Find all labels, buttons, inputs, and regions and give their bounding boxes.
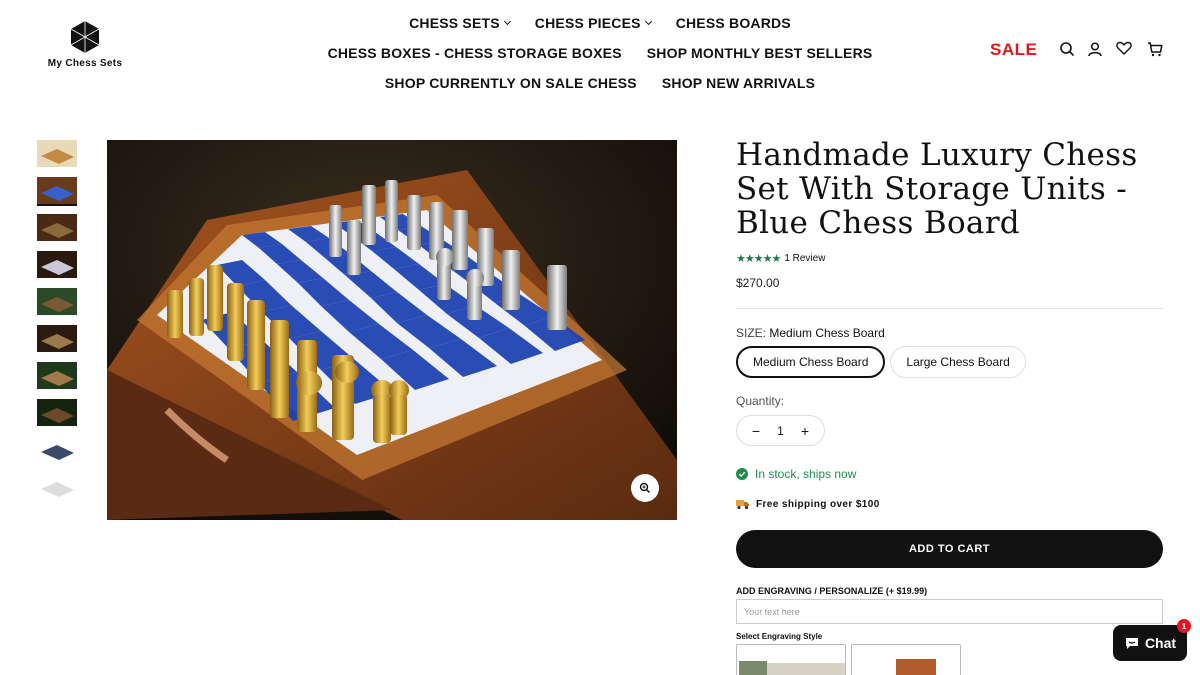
brand-name: My Chess Sets: [47, 58, 123, 69]
size-selected-value: Medium Chess Board: [769, 326, 885, 340]
nav-chess-boxes[interactable]: CHESS BOXES - CHESS STORAGE BOXES: [328, 45, 622, 61]
shipping-info: Free shipping over $100: [736, 498, 1163, 510]
chat-bubble-icon: [1125, 638, 1138, 649]
quantity-stepper: − 1 +: [736, 415, 825, 446]
gallery-thumbnail[interactable]: [37, 251, 77, 278]
engraving-price: (+ $19.99): [885, 586, 928, 596]
quantity-increase-button[interactable]: +: [800, 423, 810, 439]
check-circle-icon: [736, 468, 748, 480]
nav-chess-pieces[interactable]: CHESS PIECES: [534, 15, 652, 31]
chess-set-photo: [107, 140, 677, 520]
zoom-button[interactable]: [631, 474, 659, 502]
brand-logo[interactable]: My Chess Sets: [44, 20, 126, 69]
zoom-icon: [639, 482, 650, 493]
quantity-value[interactable]: 1: [777, 424, 784, 438]
product-main-image[interactable]: [107, 140, 677, 520]
stock-status: In stock, ships now: [736, 467, 1163, 481]
chat-widget-button[interactable]: Chat 1: [1113, 619, 1191, 661]
thumbnail-strip: [37, 140, 79, 510]
engraving-style-preview-image: [852, 645, 960, 675]
size-option-large[interactable]: Large Chess Board: [890, 346, 1026, 378]
engraving-style-option[interactable]: [851, 644, 961, 675]
quantity-decrease-button[interactable]: −: [751, 423, 761, 439]
gallery-thumbnail[interactable]: [37, 325, 77, 352]
engraving-style-preview-image: [737, 645, 845, 675]
thumbnail-image: [37, 399, 77, 426]
cart-icon[interactable]: [1146, 40, 1164, 58]
thumbnail-image: [37, 251, 77, 278]
thumbnail-image: [37, 177, 77, 204]
engraving-text-input[interactable]: [736, 599, 1163, 624]
account-icon[interactable]: [1086, 40, 1104, 58]
nav-best-sellers[interactable]: SHOP MONTHLY BEST SELLERS: [647, 45, 873, 61]
gallery-thumbnail[interactable]: [37, 140, 77, 167]
product-info: Handmade Luxury Chess Set With Storage U…: [736, 138, 1163, 675]
stock-text: In stock, ships now: [755, 467, 857, 481]
rating-stars-icon: ★★★★★: [736, 253, 781, 265]
nav-label: CHESS BOARDS: [675, 15, 791, 31]
nav-chess-sets[interactable]: CHESS SETS: [409, 15, 511, 31]
product-rating[interactable]: ★★★★★ 1 Review: [736, 252, 1163, 265]
size-option-medium[interactable]: Medium Chess Board: [736, 346, 886, 378]
nav-on-sale[interactable]: SHOP CURRENTLY ON SALE CHESS: [385, 75, 637, 91]
quantity-label: Quantity:: [736, 394, 785, 408]
engraving-style-options: [736, 644, 1163, 675]
thumbnail-image: [37, 362, 77, 389]
main-nav: CHESS SETS CHESS PIECES CHESS BOARDS CHE…: [300, 8, 900, 98]
engraving-style-option[interactable]: [736, 644, 846, 675]
chat-label: Chat: [1144, 635, 1177, 651]
gallery-thumbnail[interactable]: [37, 436, 77, 463]
gallery-thumbnail[interactable]: [37, 362, 77, 389]
chevron-down-icon: [503, 17, 511, 25]
sale-link[interactable]: SALE: [990, 40, 1037, 60]
product-title: Handmade Luxury Chess Set With Storage U…: [736, 137, 1138, 241]
add-to-cart-button[interactable]: ADD TO CART: [736, 530, 1163, 568]
engraving-label: ADD ENGRAVING / PERSONALIZE (+ $19.99): [736, 586, 1163, 596]
thumbnail-image: [37, 436, 77, 463]
gallery-thumbnail[interactable]: [37, 288, 77, 315]
nav-label: CHESS SETS: [409, 15, 500, 31]
nav-label: CHESS PIECES: [534, 15, 641, 31]
chevron-down-icon: [644, 17, 652, 25]
size-label: SIZE: Medium Chess Board: [736, 326, 1163, 340]
delivery-truck-icon: [736, 500, 749, 510]
gallery-thumbnail[interactable]: [37, 214, 77, 241]
product-price: $270.00: [736, 276, 780, 290]
size-options: Medium Chess Board Large Chess Board: [736, 346, 1163, 378]
thumbnail-image: [37, 325, 77, 352]
review-count: 1 Review: [784, 253, 826, 264]
chat-notification-badge: 1: [1177, 619, 1191, 633]
shipping-text: Free shipping over $100: [756, 498, 880, 510]
thumbnail-image: [37, 473, 77, 500]
thumbnail-image: [37, 214, 77, 241]
search-icon[interactable]: [1058, 40, 1076, 58]
thumbnail-image: [37, 288, 77, 315]
nav-chess-boards[interactable]: CHESS BOARDS: [676, 15, 791, 31]
gallery-thumbnail[interactable]: [37, 399, 77, 426]
divider: [736, 308, 1163, 309]
wishlist-heart-icon[interactable]: [1115, 39, 1133, 57]
size-label-text: SIZE:: [736, 326, 767, 340]
engraving-label-text: ADD ENGRAVING / PERSONALIZE: [736, 586, 884, 596]
logo-hexagon-icon: [70, 21, 100, 53]
engraving-style-label: Select Engraving Style: [736, 632, 823, 641]
thumbnail-image: [37, 140, 77, 167]
gallery-thumbnail[interactable]: [37, 473, 77, 500]
gallery-thumbnail[interactable]: [37, 177, 77, 206]
nav-new-arrivals[interactable]: SHOP NEW ARRIVALS: [662, 75, 815, 91]
